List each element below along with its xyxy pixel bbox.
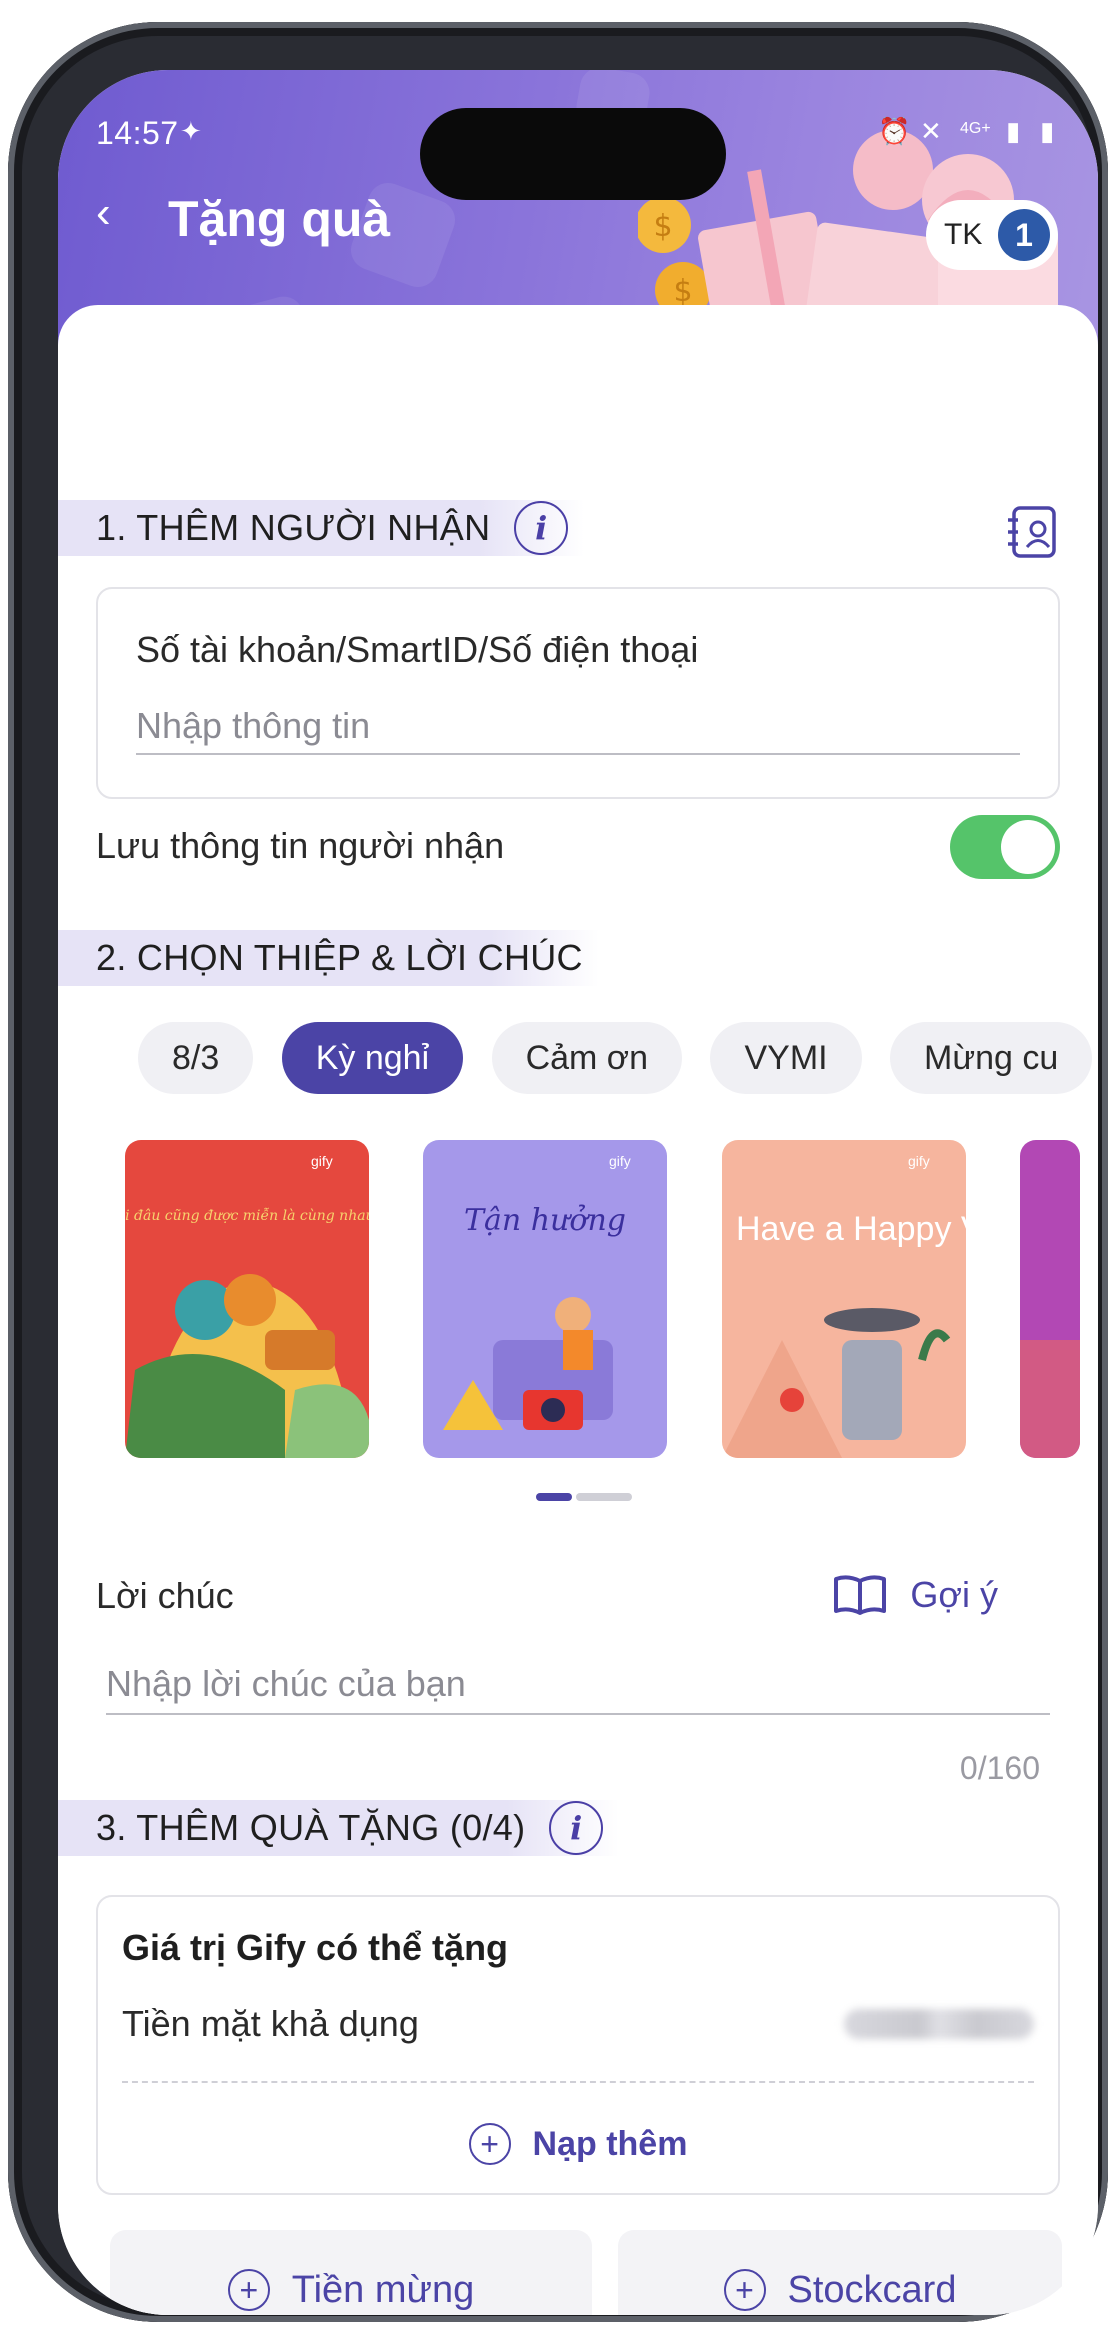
back-chevron-icon[interactable]: ‹ [96,188,111,238]
plus-circle-icon: + [723,2269,766,2311]
page-title: Tặng quà [168,191,391,247]
account-label: TK [944,218,983,251]
cash-label: Tiền mặt khả dụng [122,2003,419,2044]
mute-icon: ✕ [920,116,942,146]
message-counter: 0/160 [959,1750,1040,1786]
section-card-title: 2. CHỌN THIỆP & LỜI CHÚC [58,930,599,986]
card-brand: gify [908,1153,930,1169]
indicator-track [576,1493,632,1501]
contacts-icon[interactable] [1008,504,1060,560]
section-title-text: 2. CHỌN THIỆP & LỜI CHÚC [96,937,583,978]
phone-frame: $ $ 14:57 ✦ ⏰ ✕ 4G+ ▮ ▮ ‹ Tặng quà TK 1 … [8,22,1108,2322]
dynamic-island [420,108,726,200]
indicator-active [536,1493,572,1501]
status-time: 14:57 [96,115,179,151]
stockcard-button[interactable]: + Stockcard [618,2230,1062,2315]
stockcard-label: Stockcard [787,2268,957,2311]
greeting-card[interactable]: gify Tận hưởng [423,1140,668,1458]
section-gift-title: 3. THÊM QUÀ TẶNG (0/4) i [58,1800,620,1856]
section-recipient-title: 1. THÊM NGƯỜI NHẬN i [58,500,585,556]
network-label: 4G+ [960,120,991,137]
card-brand: gify [311,1153,333,1169]
chip-holiday[interactable]: Kỳ nghỉ [281,1022,464,1094]
gift-card-title: Giá trị Gify có thể tặng [122,1927,509,1968]
category-chips: 8/3 Kỳ nghỉ Cảm ơn VYMI Mừng cu [138,1022,1098,1094]
greeting-card[interactable] [1020,1140,1081,1458]
topup-label: Nạp thêm [532,2124,688,2163]
section-title-text: 1. THÊM NGƯỜI NHẬN [96,507,491,548]
recipient-field-label: Số tài khoản/SmartID/Số điện thoại [136,629,699,670]
notification-icon: ✦ [180,116,202,146]
chip-thanks[interactable]: Cảm ơn [491,1022,683,1094]
plus-circle-icon: + [227,2269,270,2311]
gift-money-button[interactable]: + Tiền mừng [110,2230,592,2315]
message-label: Lời chúc [96,1575,234,1616]
battery-icon: ▮ [1040,116,1055,146]
card-carousel: gify Đi đâu cũng được miễn là cùng nhau!… [125,1140,1098,1462]
suggest-label: Gợi ý [910,1574,998,1615]
gift-money-label: Tiền mừng [291,2268,475,2311]
suggest-button[interactable]: Gợi ý [832,1573,998,1617]
carousel-indicator [536,1493,632,1501]
card-text: Tận hưởng [464,1203,626,1238]
chip-8-3[interactable]: 8/3 [138,1022,254,1094]
cash-amount-hidden [844,2009,1034,2039]
message-input[interactable] [106,1655,1050,1715]
save-recipient-label: Lưu thông tin người nhận [96,825,505,866]
gify-balance-card: Giá trị Gify có thể tặng Tiền mặt khả dụ… [96,1895,1060,2195]
signal-icon: ▮ [1006,116,1021,146]
book-icon [834,1575,887,1615]
topup-button[interactable]: + Nạp thêm [98,2123,1058,2165]
recipient-input[interactable] [136,699,1020,755]
chip-celebrate[interactable]: Mừng cu [890,1022,1093,1094]
card-text: Have a Happy Vacation! [736,1210,966,1248]
app-screen: $ $ 14:57 ✦ ⏰ ✕ 4G+ ▮ ▮ ‹ Tặng quà TK 1 … [58,70,1098,2315]
svg-text:$: $ [653,209,672,244]
info-icon[interactable]: i [514,501,569,555]
alarm-icon: ⏰ [878,116,911,146]
svg-text:$: $ [673,274,692,309]
chip-vymi[interactable]: VYMI [710,1022,862,1094]
plus-circle-icon: + [468,2123,511,2165]
card-brand: gify [609,1153,631,1169]
info-icon[interactable]: i [549,1801,604,1855]
greeting-card[interactable]: gify Have a Happy Vacation! [721,1140,966,1458]
account-count: 1 [998,209,1050,261]
card-text: Đi đâu cũng được miễn là cùng nhau! [125,1207,369,1224]
divider [122,2081,1034,2083]
greeting-card[interactable]: gify Đi đâu cũng được miễn là cùng nhau! [125,1140,369,1458]
section-title-text: 3. THÊM QUÀ TẶNG (0/4) [96,1807,526,1848]
account-badge[interactable]: TK 1 [926,200,1058,270]
recipient-input-card: Số tài khoản/SmartID/Số điện thoại [96,587,1060,799]
content-sheet: 1. THÊM NGƯỜI NHẬN i Số tài khoản/SmartI… [58,305,1098,2315]
save-recipient-toggle[interactable] [950,815,1060,879]
